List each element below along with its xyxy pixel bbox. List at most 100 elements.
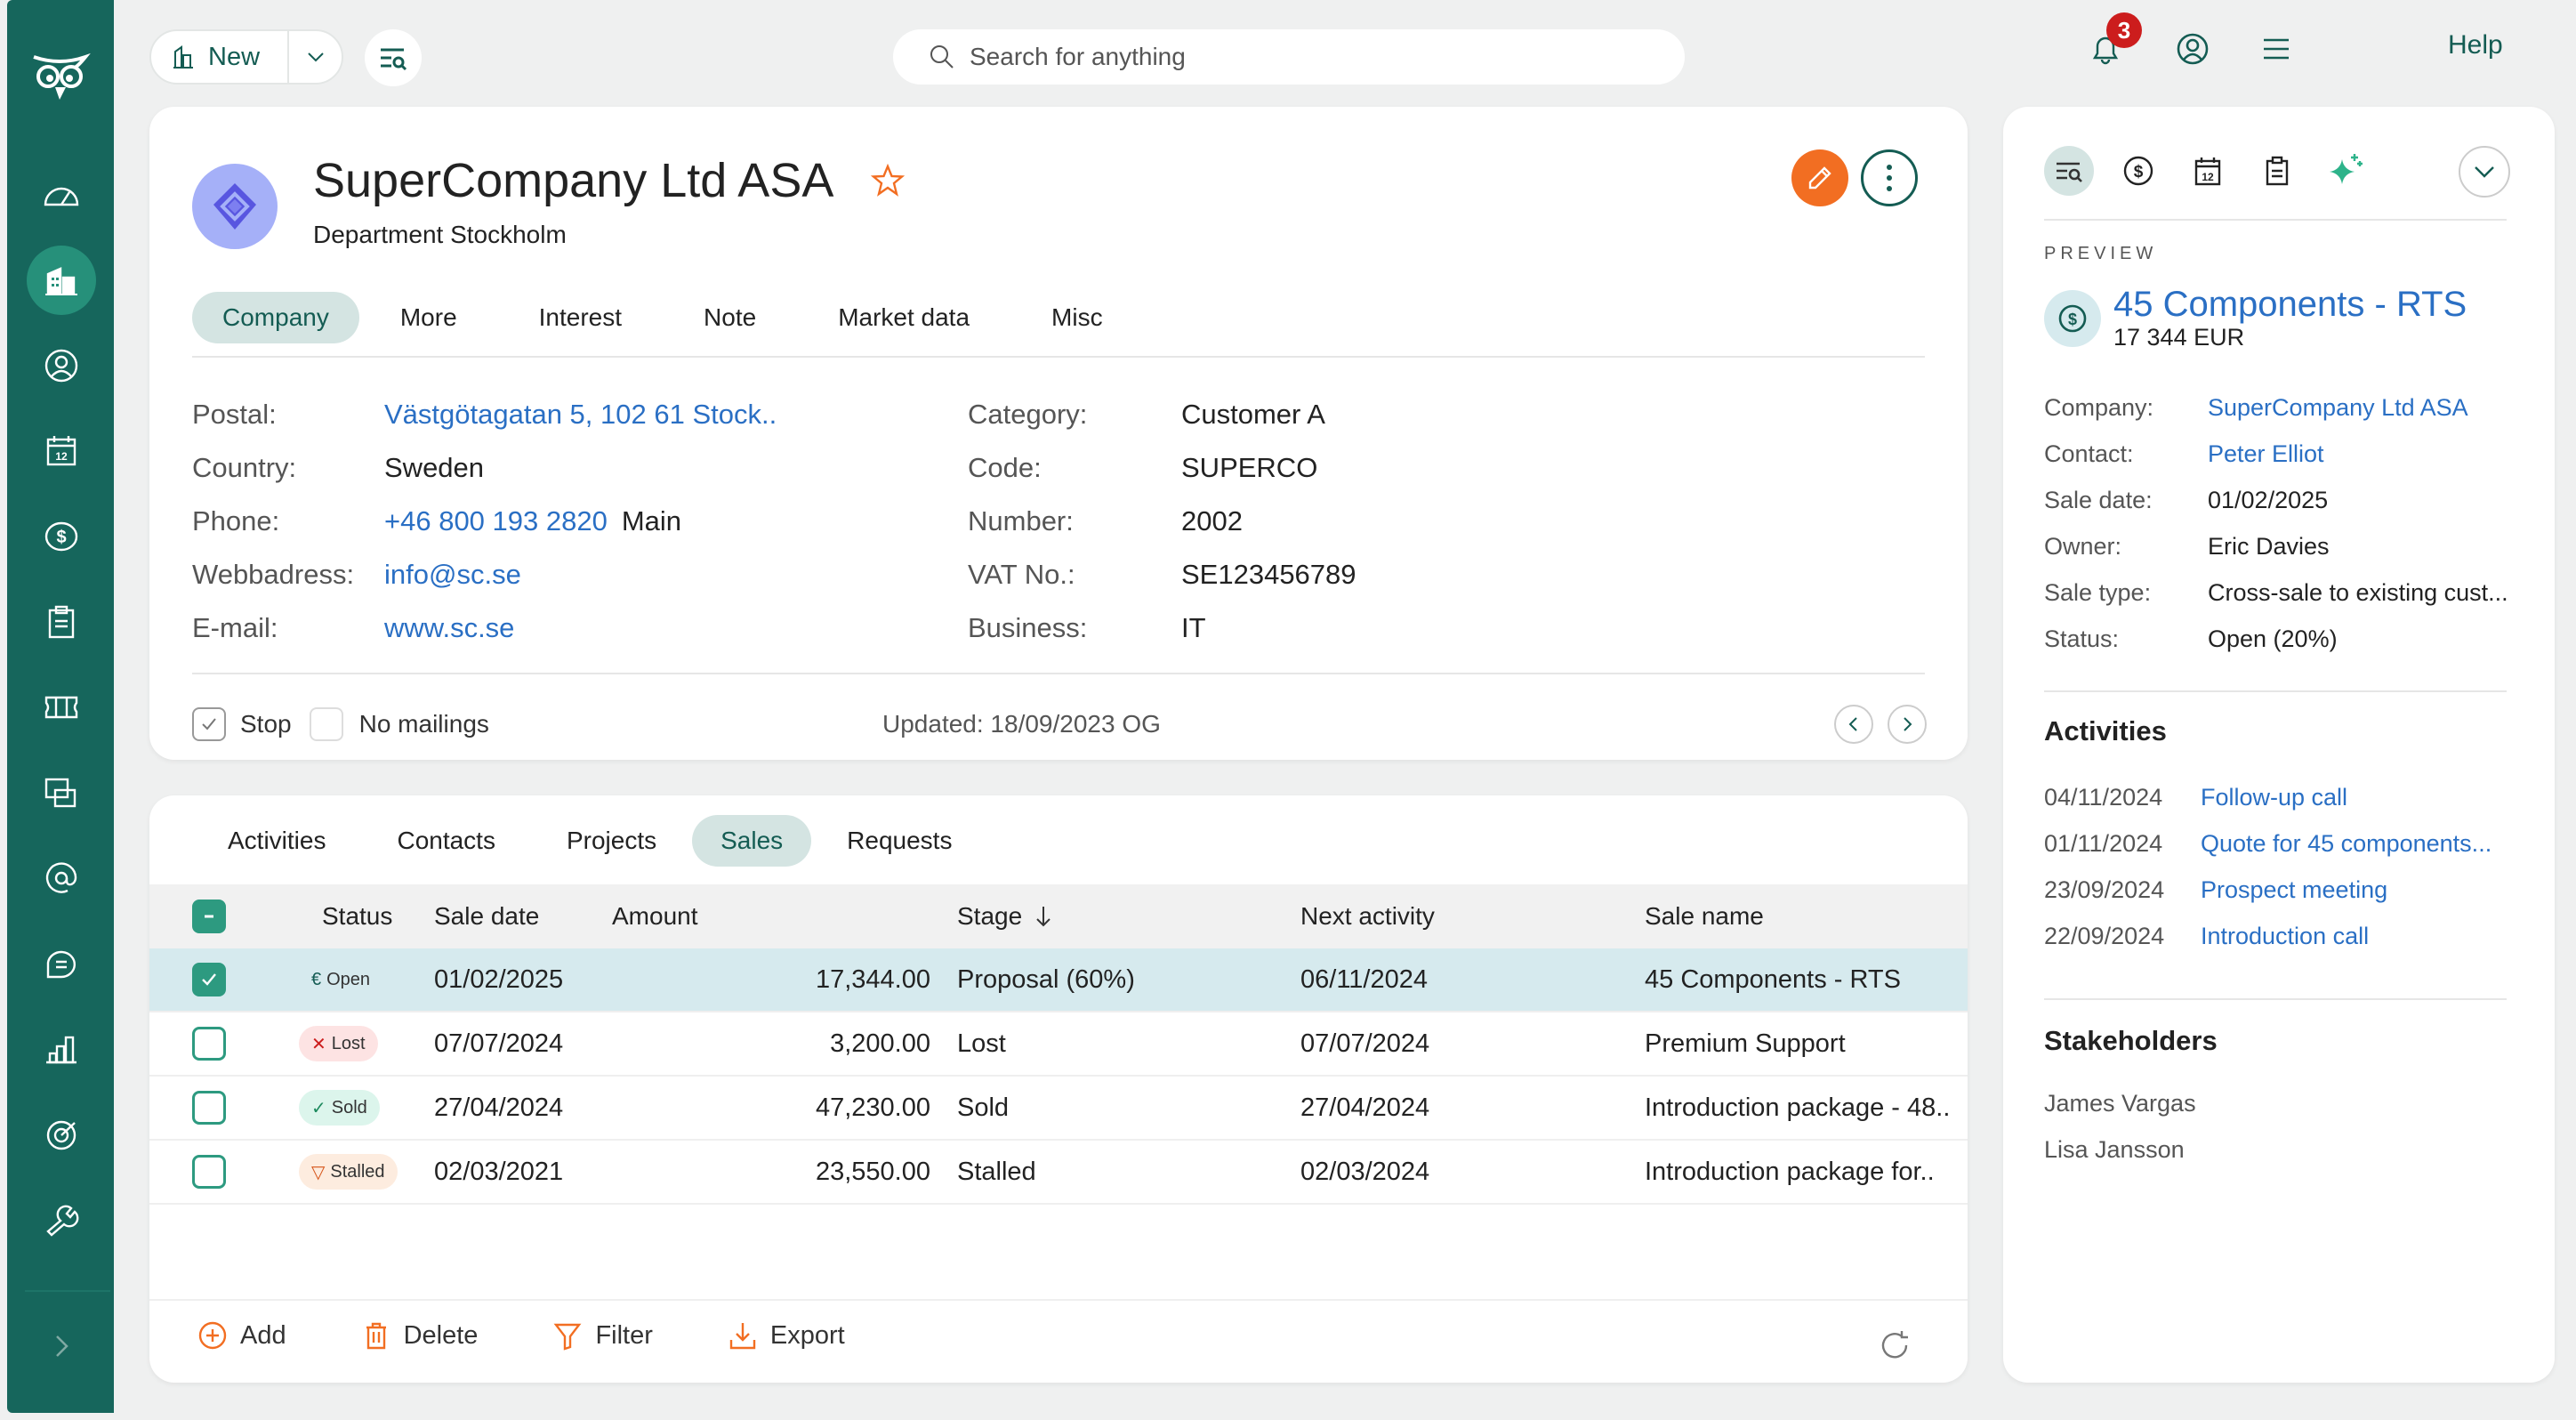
stakeholder-item[interactable]: Lisa Jansson bbox=[2044, 1126, 2196, 1173]
field-postal: Postal: Västgötagatan 5, 102 61 Stock.. bbox=[192, 388, 777, 441]
email-link[interactable]: www.sc.se bbox=[384, 612, 514, 644]
global-search-input[interactable]: Search for anything bbox=[893, 29, 1685, 85]
company-avatar bbox=[192, 164, 278, 249]
previous-record-button[interactable] bbox=[1834, 705, 1873, 744]
tab-sales[interactable]: Sales bbox=[692, 815, 812, 867]
sidebar-item-selections[interactable] bbox=[27, 758, 96, 827]
preview-calendar-button[interactable]: 12 bbox=[2183, 146, 2233, 196]
tab-note[interactable]: Note bbox=[663, 292, 797, 343]
search-icon bbox=[930, 45, 954, 69]
preview-field-value[interactable]: Peter Elliot bbox=[2208, 440, 2324, 468]
amount: 23,550.00 bbox=[815, 1157, 930, 1186]
webaddress-link[interactable]: info@sc.se bbox=[384, 559, 521, 591]
tab-misc[interactable]: Misc bbox=[1010, 292, 1144, 343]
activity-link[interactable]: Quote for 45 components... bbox=[2201, 830, 2491, 858]
preview-sale-title[interactable]: 45 Components - RTS bbox=[2113, 285, 2467, 324]
quick-search-list-button[interactable] bbox=[365, 29, 422, 86]
column-amount[interactable]: Amount bbox=[612, 884, 698, 948]
profile-button[interactable] bbox=[2170, 27, 2215, 71]
sale-name[interactable]: Premium Support bbox=[1645, 1013, 1846, 1075]
column-status[interactable]: Status bbox=[322, 884, 392, 948]
preview-sales-button[interactable]: $ bbox=[2113, 146, 2163, 196]
refresh-icon[interactable] bbox=[1877, 1327, 1912, 1363]
favorite-star-icon[interactable] bbox=[871, 164, 906, 198]
sale-name[interactable]: 45 Components - RTS bbox=[1645, 948, 1901, 1011]
filter-button[interactable]: Filter bbox=[552, 1320, 653, 1351]
sales-table-row[interactable]: € Open 01/02/2025 17,344.00 Proposal (60%) 06… bbox=[149, 948, 1968, 1013]
sale-avatar: $ bbox=[2044, 289, 2101, 347]
sidebar-item-chat[interactable] bbox=[27, 929, 96, 998]
sidebar-item-diary[interactable]: 12 bbox=[27, 416, 96, 486]
edit-company-button[interactable] bbox=[1791, 149, 1848, 206]
postal-address-link[interactable]: Västgötagatan 5, 102 61 Stock.. bbox=[384, 399, 777, 431]
sales-table-row[interactable]: ▽ Stalled 02/03/2021 23,550.00 Stalled 02/03/… bbox=[149, 1141, 1968, 1205]
next-record-button[interactable] bbox=[1888, 705, 1927, 744]
column-sale-date[interactable]: Sale date bbox=[434, 884, 539, 948]
activity-item: 04/11/2024 Follow-up call bbox=[2044, 774, 2491, 820]
stakeholders-list: James Vargas Lisa Jansson bbox=[2044, 1080, 2196, 1173]
amount: 3,200.00 bbox=[830, 1029, 930, 1058]
tab-contacts[interactable]: Contacts bbox=[361, 815, 531, 867]
sidebar-item-targets[interactable] bbox=[27, 1100, 96, 1169]
no-mailings-checkbox[interactable] bbox=[309, 707, 343, 741]
sidebar-item-tools[interactable] bbox=[27, 1185, 96, 1255]
tab-more[interactable]: More bbox=[359, 292, 498, 343]
sidebar-item-sales[interactable]: $ bbox=[27, 502, 96, 571]
sidebar-item-projects[interactable] bbox=[27, 587, 96, 657]
export-label: Export bbox=[769, 1320, 845, 1350]
sales-table-row[interactable]: ✓ Sold 27/04/2024 47,230.00 Sold 27/04/2024 In… bbox=[149, 1077, 1968, 1141]
sidebar-divider bbox=[25, 1290, 110, 1292]
new-button[interactable]: New bbox=[151, 31, 289, 83]
more-options-button[interactable] bbox=[1861, 149, 1918, 206]
tab-projects[interactable]: Projects bbox=[531, 815, 692, 867]
sidebar-item-tickets[interactable] bbox=[27, 673, 96, 742]
sidebar-item-company[interactable] bbox=[27, 246, 96, 315]
tab-interest[interactable]: Interest bbox=[498, 292, 663, 343]
tab-company[interactable]: Company bbox=[192, 292, 359, 343]
tab-requests[interactable]: Requests bbox=[811, 815, 987, 867]
delete-button[interactable]: Delete bbox=[361, 1320, 478, 1351]
activity-link[interactable]: Introduction call bbox=[2201, 923, 2369, 950]
calendar-icon: 12 bbox=[46, 436, 76, 466]
sidebar-item-reports[interactable] bbox=[27, 1014, 96, 1084]
tab-activities[interactable]: Activities bbox=[192, 815, 361, 867]
sale-date: 27/04/2024 bbox=[434, 1093, 564, 1122]
sale-name[interactable]: Introduction package for.. bbox=[1645, 1141, 1935, 1203]
preview-divider bbox=[2044, 219, 2507, 221]
sale-name[interactable]: Introduction package - 48.. bbox=[1645, 1077, 1950, 1139]
row-checkbox[interactable] bbox=[192, 1027, 226, 1061]
main-menu-button[interactable] bbox=[2254, 27, 2298, 71]
sale-date: 07/07/2024 bbox=[434, 1029, 564, 1058]
preview-projects-button[interactable] bbox=[2252, 146, 2302, 196]
collapse-preview-button[interactable] bbox=[2459, 146, 2510, 198]
column-sale-name[interactable]: Sale name bbox=[1645, 884, 1764, 948]
help-link[interactable]: Help bbox=[2448, 30, 2503, 61]
column-next-activity[interactable]: Next activity bbox=[1300, 884, 1435, 948]
select-all-checkbox[interactable] bbox=[192, 900, 226, 933]
export-button[interactable]: Export bbox=[728, 1320, 845, 1351]
preview-field-value[interactable]: SuperCompany Ltd ASA bbox=[2208, 394, 2468, 422]
sidebar-item-dashboard[interactable] bbox=[27, 160, 96, 230]
close-icon: ✕ bbox=[311, 1034, 326, 1054]
target-icon bbox=[46, 1120, 76, 1150]
add-button[interactable]: Add bbox=[197, 1320, 286, 1351]
stakeholder-item[interactable]: James Vargas bbox=[2044, 1080, 2196, 1126]
sales-table-row[interactable]: ✕ Lost 07/07/2024 3,200.00 Lost 07/07/2024 Pre… bbox=[149, 1013, 1968, 1077]
preview-ai-button[interactable] bbox=[2322, 146, 2371, 196]
phone-link[interactable]: +46 800 193 2820 bbox=[384, 505, 608, 537]
related-records-card: Activities Contacts Projects Sales Reque… bbox=[149, 795, 1968, 1383]
row-checkbox[interactable] bbox=[192, 1155, 226, 1189]
activity-link[interactable]: Follow-up call bbox=[2201, 784, 2347, 811]
stop-checkbox[interactable] bbox=[192, 707, 226, 741]
phone-type: Main bbox=[621, 505, 682, 537]
sidebar-item-marketing[interactable] bbox=[27, 843, 96, 913]
sidebar-item-contacts[interactable] bbox=[27, 331, 96, 400]
row-checkbox[interactable] bbox=[192, 1091, 226, 1125]
tab-market-data[interactable]: Market data bbox=[797, 292, 1010, 343]
column-stage[interactable]: Stage bbox=[957, 884, 1054, 948]
activity-link[interactable]: Prospect meeting bbox=[2201, 876, 2387, 904]
new-dropdown-button[interactable] bbox=[289, 45, 342, 69]
expand-sidebar-icon[interactable] bbox=[46, 1331, 76, 1361]
row-checkbox[interactable] bbox=[192, 963, 226, 996]
preview-details-button[interactable] bbox=[2044, 146, 2094, 196]
